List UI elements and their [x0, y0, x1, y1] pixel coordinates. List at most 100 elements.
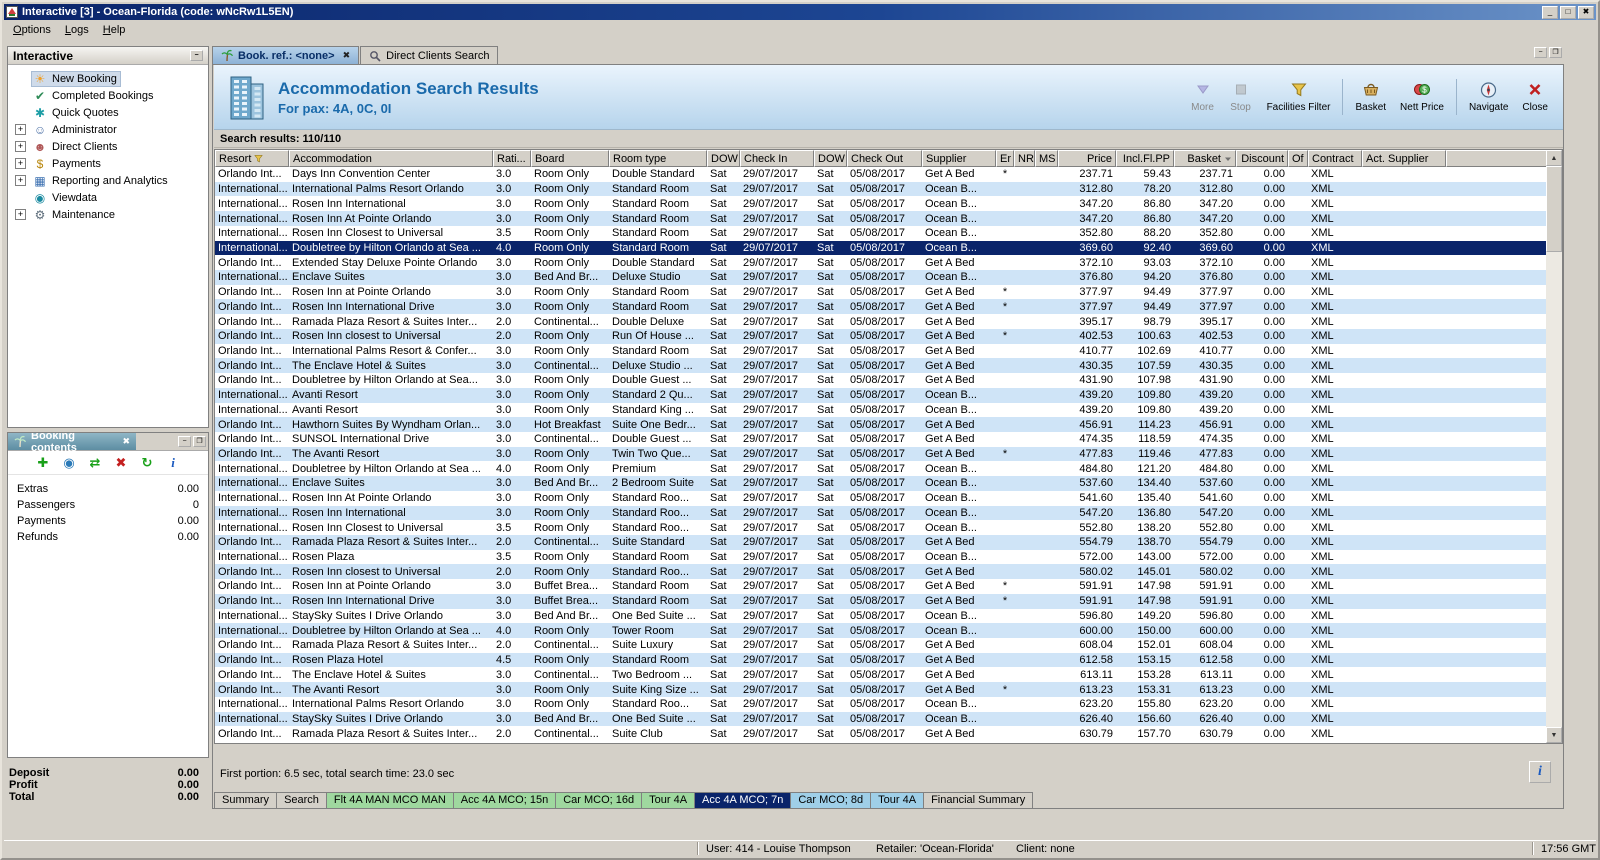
sidebar-item-reporting-and-analytics[interactable]: +▦Reporting and Analytics: [8, 172, 208, 189]
bottom-tab-financial-summary[interactable]: Financial Summary: [923, 792, 1033, 809]
table-row[interactable]: Orlando Int...Days Inn Convention Center…: [215, 167, 1546, 182]
column-header-price[interactable]: Price: [1058, 150, 1116, 167]
expand-icon[interactable]: +: [15, 175, 26, 186]
bottom-tab-car-mco-8d[interactable]: Car MCO; 8d: [790, 792, 871, 809]
column-header-er[interactable]: Er: [996, 150, 1014, 167]
bottom-tab-tour-4a[interactable]: Tour 4A: [870, 792, 924, 809]
sidebar-item-quick-quotes[interactable]: ✱Quick Quotes: [8, 104, 208, 121]
table-row[interactable]: Orlando Int...The Enclave Hotel & Suites…: [215, 358, 1546, 373]
table-row[interactable]: Orlando Int...Rosen Inn International Dr…: [215, 594, 1546, 609]
table-row[interactable]: International...Doubletree by Hilton Orl…: [215, 241, 1546, 256]
maximize-icon[interactable]: □: [1560, 6, 1576, 19]
column-header-discount[interactable]: Discount: [1236, 150, 1288, 167]
column-header-of[interactable]: Of: [1288, 150, 1308, 167]
table-row[interactable]: International...International Palms Reso…: [215, 182, 1546, 197]
column-header-dow[interactable]: DOW: [814, 150, 847, 167]
table-row[interactable]: Orlando Int...Hawthorn Suites By Wyndham…: [215, 417, 1546, 432]
table-row[interactable]: Orlando Int...Rosen Plaza Hotel4.5Room O…: [215, 653, 1546, 668]
transfer-button[interactable]: ⇄: [86, 454, 104, 472]
table-row[interactable]: Orlando Int...Rosen Inn at Pointe Orland…: [215, 579, 1546, 594]
del-button[interactable]: ✖: [112, 454, 130, 472]
column-header-dow[interactable]: DOW: [707, 150, 740, 167]
bottom-tab-summary[interactable]: Summary: [214, 792, 277, 809]
menu-logs[interactable]: Logs: [58, 22, 96, 38]
nett-price-button[interactable]: $Nett Price: [1393, 74, 1451, 120]
scroll-down-icon[interactable]: ▼: [1546, 727, 1562, 743]
table-row[interactable]: International...Doubletree by Hilton Orl…: [215, 461, 1546, 476]
close-tab-icon[interactable]: ✖: [343, 50, 351, 61]
table-row[interactable]: International...Rosen Inn International3…: [215, 196, 1546, 211]
table-row[interactable]: International...Rosen Inn International3…: [215, 506, 1546, 521]
sort-icon[interactable]: [1224, 155, 1232, 163]
table-row[interactable]: Orlando Int...The Avanti Resort3.0Room O…: [215, 682, 1546, 697]
table-row[interactable]: Orlando Int...Extended Stay Deluxe Point…: [215, 255, 1546, 270]
minimize-icon[interactable]: _: [1542, 6, 1558, 19]
table-row[interactable]: Orlando Int...The Enclave Hotel & Suites…: [215, 667, 1546, 682]
table-row[interactable]: International...Avanti Resort3.0Room Onl…: [215, 403, 1546, 418]
sidebar-item-new-booking[interactable]: ☀New Booking: [8, 70, 208, 87]
booking-item-payments[interactable]: Payments0.00: [17, 513, 199, 529]
sidebar-item-payments[interactable]: +$Payments: [8, 155, 208, 172]
web-button[interactable]: ◉: [60, 454, 78, 472]
bottom-tab-acc-4a-mco-15n[interactable]: Acc 4A MCO; 15n: [453, 792, 556, 809]
mdi-restore-icon[interactable]: ❐: [1549, 47, 1562, 58]
table-row[interactable]: Orlando Int...Ramada Plaza Resort & Suit…: [215, 535, 1546, 550]
table-row[interactable]: International...StaySky Suites I Drive O…: [215, 609, 1546, 624]
bottom-tab-acc-4a-mco-7n[interactable]: Acc 4A MCO; 7n: [694, 792, 791, 809]
table-row[interactable]: Orlando Int...Ramada Plaza Resort & Suit…: [215, 638, 1546, 653]
doc-tab-direct-clients-search[interactable]: Direct Clients Search: [360, 46, 498, 64]
table-row[interactable]: International...Enclave Suites3.0Bed And…: [215, 270, 1546, 285]
column-header-room-type[interactable]: Room type: [609, 150, 707, 167]
close-button[interactable]: Close: [1515, 74, 1555, 120]
table-row[interactable]: Orlando Int...Rosen Inn at Pointe Orland…: [215, 285, 1546, 300]
table-row[interactable]: Orlando Int...Rosen Inn International Dr…: [215, 299, 1546, 314]
table-row[interactable]: International...Rosen Inn Closest to Uni…: [215, 226, 1546, 241]
booking-item-passengers[interactable]: Passengers0: [17, 497, 199, 513]
bottom-tab-car-mco-16d[interactable]: Car MCO; 16d: [555, 792, 642, 809]
facilities-filter-button[interactable]: Facilities Filter: [1260, 74, 1338, 120]
panel-minimize-icon[interactable]: −: [178, 436, 191, 447]
add-button[interactable]: ✚: [34, 454, 52, 472]
table-row[interactable]: Orlando Int...Doubletree by Hilton Orlan…: [215, 373, 1546, 388]
sidebar-item-viewdata[interactable]: ◉Viewdata: [8, 189, 208, 206]
basket-button[interactable]: Basket: [1348, 74, 1393, 120]
table-row[interactable]: International...Doubletree by Hilton Orl…: [215, 623, 1546, 638]
bottom-tab-search[interactable]: Search: [276, 792, 327, 809]
scroll-up-icon[interactable]: ▲: [1546, 150, 1562, 166]
navigate-button[interactable]: Navigate: [1462, 74, 1515, 120]
column-header-supplier[interactable]: Supplier: [922, 150, 996, 167]
filter-icon[interactable]: [254, 154, 263, 163]
column-header-ms[interactable]: MS: [1035, 150, 1058, 167]
column-header-incl-fl-pp[interactable]: Incl.Fl.PP: [1116, 150, 1174, 167]
mdi-minimize-icon[interactable]: −: [1534, 47, 1547, 58]
close-icon[interactable]: ✖: [1578, 6, 1594, 19]
column-header-check-out[interactable]: Check Out: [847, 150, 922, 167]
table-row[interactable]: Orlando Int...Rosen Inn closest to Unive…: [215, 564, 1546, 579]
refresh-button[interactable]: ↻: [138, 454, 156, 472]
column-header-resort[interactable]: Resort: [215, 150, 289, 167]
expand-icon[interactable]: +: [15, 141, 26, 152]
info-button[interactable]: i: [164, 454, 182, 472]
column-header-board[interactable]: Board: [531, 150, 609, 167]
table-row[interactable]: Orlando Int...Rosen Inn closest to Unive…: [215, 329, 1546, 344]
table-row[interactable]: Orlando Int...International Palms Resort…: [215, 344, 1546, 359]
table-row[interactable]: International...Enclave Suites3.0Bed And…: [215, 476, 1546, 491]
table-row[interactable]: Orlando Int...Ramada Plaza Resort & Suit…: [215, 726, 1546, 741]
table-row[interactable]: Orlando Int...The Avanti Resort3.0Room O…: [215, 447, 1546, 462]
table-row[interactable]: International...Rosen Plaza3.5Room OnlyS…: [215, 550, 1546, 565]
scrollbar-thumb[interactable]: [1546, 166, 1562, 252]
more-button[interactable]: More: [1184, 74, 1222, 120]
bottom-tab-tour-4a[interactable]: Tour 4A: [641, 792, 695, 809]
column-header-basket[interactable]: Basket: [1174, 150, 1236, 167]
doc-tab-book-ref-none[interactable]: Book. ref.: <none>✖: [212, 46, 359, 64]
close-panel-icon[interactable]: ✖: [122, 436, 130, 447]
table-row[interactable]: International...Avanti Resort3.0Room Onl…: [215, 388, 1546, 403]
expand-icon[interactable]: +: [15, 158, 26, 169]
expand-icon[interactable]: +: [15, 209, 26, 220]
menu-options[interactable]: Options: [6, 22, 58, 38]
collapse-icon[interactable]: −: [190, 50, 203, 61]
column-header-nr[interactable]: NR: [1014, 150, 1035, 167]
column-header-accommodation[interactable]: Accommodation: [289, 150, 493, 167]
table-row[interactable]: International...Rosen Inn Closest to Uni…: [215, 520, 1546, 535]
table-row[interactable]: International...Rosen Inn At Pointe Orla…: [215, 491, 1546, 506]
